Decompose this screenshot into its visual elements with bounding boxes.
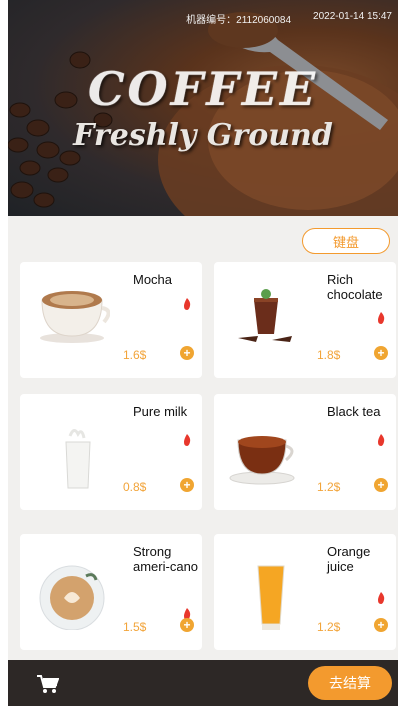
product-price: 0.8$ bbox=[123, 480, 147, 494]
product-card[interactable]: Black tea 1.2$ + bbox=[214, 394, 396, 510]
product-card[interactable]: Pure milk 0.8$ + bbox=[20, 394, 202, 510]
coffee-cup-icon bbox=[40, 291, 110, 343]
product-card[interactable]: Rich chocolate 1.8$ + bbox=[214, 262, 396, 378]
flame-icon bbox=[184, 298, 191, 310]
product-name: Strong ameri-cano bbox=[133, 544, 199, 574]
hero-banner: 机器编号：2112060084 2022-01-14 15:47 COFFEE … bbox=[8, 0, 398, 216]
product-name: Rich chocolate bbox=[327, 272, 383, 302]
datetime-label: 2022-01-14 15:47 bbox=[313, 11, 392, 22]
product-name: Black tea bbox=[327, 404, 381, 419]
product-card[interactable]: Strong ameri-cano 1.5$ + bbox=[20, 534, 202, 650]
banner-title: COFFEE bbox=[87, 62, 319, 116]
add-to-cart-button[interactable]: + bbox=[374, 618, 388, 632]
product-card[interactable]: Mocha 1.6$ + bbox=[20, 262, 202, 378]
flame-icon bbox=[378, 312, 385, 324]
add-to-cart-button[interactable]: + bbox=[374, 478, 388, 492]
add-to-cart-button[interactable]: + bbox=[374, 346, 388, 360]
product-price: 1.2$ bbox=[317, 620, 341, 634]
status-bar: 机器编号：2112060084 2022-01-14 15:47 bbox=[186, 11, 392, 26]
product-name: Mocha bbox=[133, 272, 173, 287]
product-name: Pure milk bbox=[133, 404, 188, 419]
add-to-cart-button[interactable]: + bbox=[180, 478, 194, 492]
checkout-button[interactable]: 去结算 bbox=[308, 666, 392, 700]
flame-icon bbox=[184, 434, 191, 446]
product-price: 1.8$ bbox=[317, 348, 341, 362]
keyboard-button[interactable]: 键盘 bbox=[302, 228, 390, 254]
machine-id-label: 机器编号：2112060084 bbox=[186, 15, 292, 26]
juice-glass-icon bbox=[257, 565, 285, 630]
product-price: 1.2$ bbox=[317, 480, 341, 494]
checkout-bar: 去结算 bbox=[8, 660, 398, 706]
tea-cup-icon bbox=[229, 436, 295, 485]
flame-icon bbox=[378, 592, 385, 604]
product-name: Orange juice bbox=[327, 544, 371, 574]
flame-icon bbox=[378, 434, 385, 446]
product-price: 1.6$ bbox=[123, 348, 147, 362]
app-screen: 机器编号：2112060084 2022-01-14 15:47 COFFEE … bbox=[8, 0, 398, 706]
latte-cup-icon bbox=[39, 565, 105, 630]
banner-subtitle: Freshly Ground bbox=[73, 118, 333, 153]
add-to-cart-button[interactable]: + bbox=[180, 346, 194, 360]
chocolate-glass-icon bbox=[238, 289, 292, 342]
milk-glass-icon bbox=[65, 429, 91, 489]
product-card[interactable]: Orange juice 1.2$ + bbox=[214, 534, 396, 650]
add-to-cart-button[interactable]: + bbox=[180, 618, 194, 632]
product-price: 1.5$ bbox=[123, 620, 147, 634]
shopping-cart-icon[interactable] bbox=[37, 674, 59, 694]
